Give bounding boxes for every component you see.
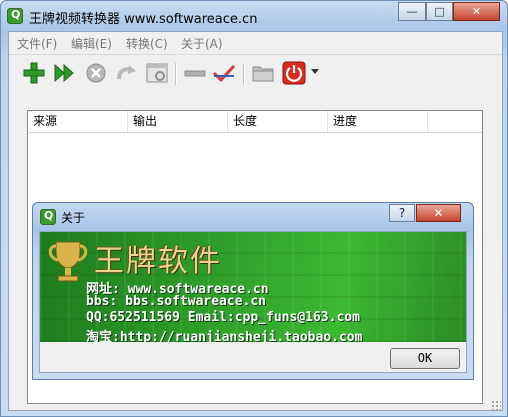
list-header: 来源 输出 长度 进度 <box>28 111 482 133</box>
power-icon[interactable] <box>282 61 306 85</box>
dialog-title: 关于 <box>61 211 86 225</box>
toolbar <box>9 54 502 91</box>
redo-icon[interactable] <box>114 61 138 85</box>
folder-icon[interactable] <box>251 61 275 85</box>
add-icon[interactable] <box>22 61 46 85</box>
taobao-line: 淘宝:http://ruanjiansheji.taobao.com <box>86 330 363 342</box>
contact-line: QQ:652511569 Email:cpp_funs@163.com <box>86 310 360 325</box>
column-header-source[interactable]: 来源 <box>28 111 128 132</box>
menu-about[interactable]: 关于(A) <box>181 35 223 52</box>
menu-edit[interactable]: 编辑(E) <box>71 35 112 52</box>
resize-grip[interactable] <box>491 400 501 410</box>
dialog-client-area: 王牌软件 网址: www.softwareace.cn bbs: bbs.sof… <box>39 231 467 373</box>
bbs-line: bbs: bbs.softwareace.cn <box>86 294 267 309</box>
brand-name: 王牌软件 <box>94 244 222 279</box>
app-icon <box>7 8 23 24</box>
menu-file[interactable]: 文件(F) <box>17 35 57 52</box>
menu-convert[interactable]: 转换(C) <box>126 35 168 52</box>
convert-icon[interactable] <box>52 61 76 85</box>
menu-bar: 文件(F) 编辑(E) 转换(C) 关于(A) <box>9 32 502 52</box>
remove-icon[interactable] <box>183 61 207 85</box>
settings-window-icon[interactable] <box>145 61 169 85</box>
trophy-icon <box>48 241 88 282</box>
app-icon <box>40 209 56 225</box>
stop-icon[interactable] <box>84 61 108 85</box>
toolbar-separator <box>243 63 245 85</box>
window-title: 王牌视频转换器 www.softwareace.cn <box>29 12 258 27</box>
ok-button[interactable]: OK <box>390 348 460 369</box>
about-banner: 王牌软件 网址: www.softwareace.cn bbs: bbs.sof… <box>40 232 466 342</box>
close-button[interactable]: ✕ <box>453 2 500 21</box>
column-header-output[interactable]: 输出 <box>128 111 228 132</box>
maximize-button[interactable]: □ <box>426 2 453 21</box>
chevron-down-icon[interactable] <box>311 69 319 75</box>
minimize-button[interactable]: — <box>398 2 426 21</box>
column-header-progress[interactable]: 进度 <box>328 111 428 132</box>
toolbar-separator <box>175 63 177 85</box>
about-dialog: 关于 ? ✕ 王牌软件 网址: www.softwareace.cn bbs: … <box>32 202 474 380</box>
dialog-close-button[interactable]: ✕ <box>416 204 461 222</box>
column-header-length[interactable]: 长度 <box>228 111 328 132</box>
help-button[interactable]: ? <box>389 204 415 222</box>
check-icon[interactable] <box>212 61 236 85</box>
title-bar[interactable]: 王牌视频转换器 www.softwareace.cn — □ ✕ <box>1 1 507 31</box>
